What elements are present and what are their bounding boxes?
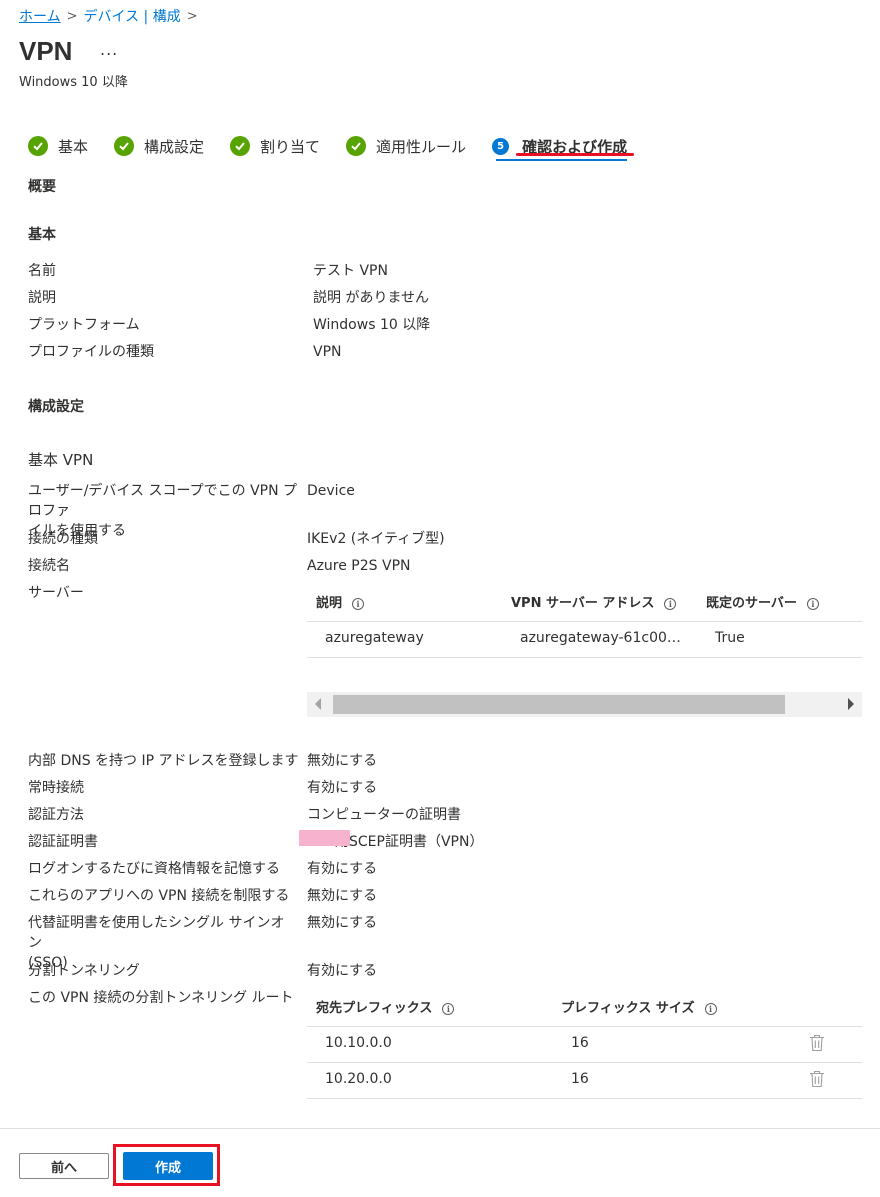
servers-label: サーバー <box>28 585 84 601</box>
table-divider <box>307 621 862 622</box>
info-icon[interactable]: i <box>806 597 819 610</box>
sso-value: 無効にする <box>307 915 378 931</box>
step-configuration-settings[interactable]: 構成設定 <box>114 134 204 158</box>
checkmark-icon <box>28 136 48 156</box>
platform-label: プラットフォーム <box>28 317 140 333</box>
redaction-mark <box>299 830 350 846</box>
split-tunneling-label: 分割トンネリング <box>28 963 140 979</box>
scroll-right-icon[interactable] <box>848 698 854 710</box>
server-col-description: 説明 i <box>316 592 365 611</box>
step-label: 適用性ルール <box>376 137 467 156</box>
create-button[interactable]: 作成 <box>123 1152 213 1180</box>
server-description-cell: azuregateway <box>325 630 424 646</box>
connection-name-label: 接続名 <box>28 558 70 574</box>
route-prefix-cell: 10.10.0.0 <box>325 1035 392 1051</box>
server-default-cell: True <box>715 630 745 646</box>
split-routes-label: この VPN 接続の分割トンネリング ルート <box>28 990 294 1006</box>
previous-button[interactable]: 前へ <box>19 1153 109 1179</box>
page-subtitle: Windows 10 以降 <box>19 75 128 90</box>
table-divider <box>307 1026 862 1027</box>
info-icon[interactable]: i <box>442 1002 455 1015</box>
connection-name-value: Azure P2S VPN <box>307 558 411 574</box>
column-header-text: 宛先プレフィックス <box>316 1001 433 1016</box>
user-device-scope-value: Device <box>307 483 355 499</box>
always-on-value: 有効にする <box>307 780 378 796</box>
info-icon[interactable]: i <box>352 597 365 610</box>
wizard-steps: 基本 構成設定 割り当て 適用性ルール 5 確認および作成 <box>28 131 653 161</box>
info-icon[interactable]: i <box>704 1002 717 1015</box>
page-title: VPN <box>19 36 73 66</box>
checkmark-icon <box>346 136 367 156</box>
info-icon[interactable]: i <box>664 597 677 610</box>
breadcrumb-home-link[interactable]: ホーム <box>19 6 61 26</box>
trash-icon[interactable] <box>809 1070 825 1088</box>
column-header-text: VPN サーバー アドレス <box>511 596 655 611</box>
trash-icon[interactable] <box>809 1034 825 1052</box>
route-size-cell: 16 <box>571 1071 589 1087</box>
more-options-button[interactable]: ... <box>100 40 118 59</box>
breadcrumb-separator: > <box>186 8 198 24</box>
step-label: 割り当て <box>260 137 321 156</box>
scroll-left-icon[interactable] <box>315 698 321 710</box>
breadcrumb-devices-link[interactable]: デバイス | 構成 <box>84 6 181 26</box>
route-prefix-cell: 10.20.0.0 <box>325 1071 392 1087</box>
profile-type-value: VPN <box>313 344 342 360</box>
table-divider <box>307 1098 862 1099</box>
server-col-address: VPN サーバー アドレス i <box>511 592 677 611</box>
breadcrumb-separator: > <box>66 8 78 24</box>
register-dns-label: 内部 DNS を持つ IP アドレスを登録します <box>28 753 299 769</box>
table-divider <box>307 1062 862 1063</box>
auth-method-label: 認証方法 <box>28 807 84 823</box>
route-size-cell: 16 <box>571 1035 589 1051</box>
step-number-badge: 5 <box>492 137 510 155</box>
column-header-text: プレフィックス サイズ <box>561 1001 695 1016</box>
remember-credentials-label: ログオンするたびに資格情報を記憶する <box>28 861 280 877</box>
checkmark-icon <box>114 136 135 156</box>
label-line: 代替証明書を使用したシングル サインオン <box>28 915 285 951</box>
remember-credentials-value: 有効にする <box>307 861 378 877</box>
route-col-prefix-size: プレフィックス サイズ i <box>561 997 717 1016</box>
name-value: テスト VPN <box>313 263 388 279</box>
server-col-default: 既定のサーバー i <box>706 592 819 611</box>
profile-type-label: プロファイルの種類 <box>28 344 154 360</box>
table-divider <box>307 657 862 658</box>
route-col-prefix: 宛先プレフィックス i <box>316 997 455 1016</box>
register-dns-value: 無効にする <box>307 753 378 769</box>
breadcrumb: ホーム > デバイス | 構成 > <box>19 6 198 26</box>
restrict-apps-label: これらのアプリへの VPN 接続を制限する <box>28 888 290 904</box>
step-assignments[interactable]: 割り当て <box>230 134 320 158</box>
auth-certificate-label: 認証証明書 <box>28 834 98 850</box>
step-applicability-rules[interactable]: 適用性ルール <box>346 134 466 158</box>
description-label: 説明 <box>28 290 56 306</box>
config-heading: 構成設定 <box>28 399 84 415</box>
highlight-underline <box>516 153 634 156</box>
platform-value: Windows 10 以降 <box>313 317 431 333</box>
base-vpn-heading: 基本 VPN <box>28 451 94 469</box>
description-value: 説明 がありません <box>313 290 430 306</box>
scrollbar-thumb[interactable] <box>333 695 785 714</box>
auth-method-value: コンピューターの証明書 <box>307 807 461 823</box>
step-label: 基本 <box>58 137 89 156</box>
summary-heading: 概要 <box>28 179 56 195</box>
checkmark-icon <box>230 136 251 156</box>
connection-type-label: 接続の種類 <box>28 531 98 547</box>
label-line: ユーザー/デバイス スコープでこの VPN プロファ <box>28 483 298 519</box>
step-basics[interactable]: 基本 <box>28 134 88 158</box>
active-step-indicator <box>496 159 627 161</box>
always-on-label: 常時接続 <box>28 780 84 796</box>
footer-divider <box>0 1128 880 1129</box>
split-tunneling-value: 有効にする <box>307 963 378 979</box>
column-header-text: 既定のサーバー <box>706 596 797 611</box>
step-label: 構成設定 <box>144 137 205 156</box>
name-label: 名前 <box>28 263 56 279</box>
horizontal-scrollbar[interactable] <box>307 692 862 717</box>
basics-heading: 基本 <box>28 227 56 243</box>
column-header-text: 説明 <box>316 596 343 611</box>
server-address-cell: azuregateway-61c00… <box>520 630 681 646</box>
auth-certificate-value: 用SCEP証明書（VPN） <box>335 834 484 850</box>
connection-type-value: IKEv2 (ネイティブ型) <box>307 531 445 547</box>
restrict-apps-value: 無効にする <box>307 888 378 904</box>
